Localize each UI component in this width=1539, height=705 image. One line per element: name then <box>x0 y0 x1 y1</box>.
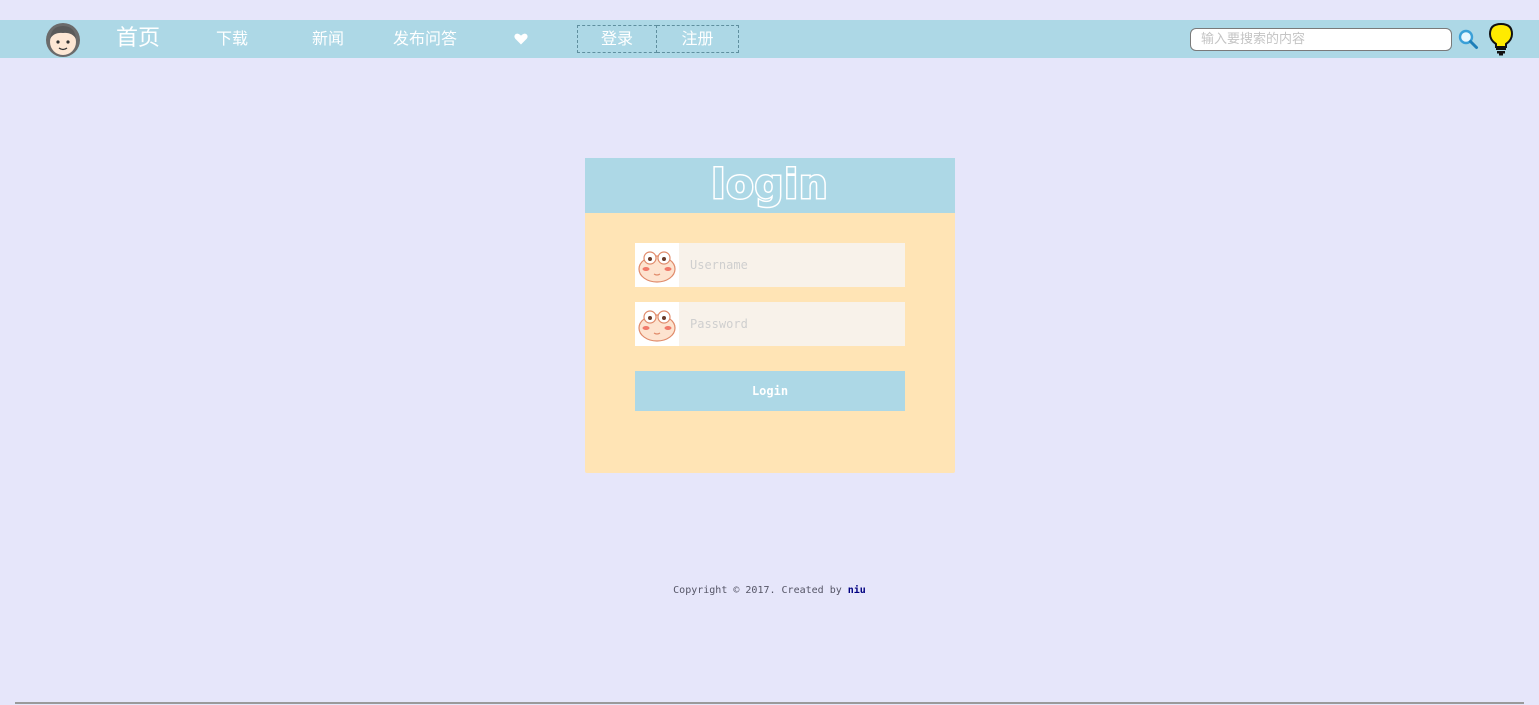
nav-login-button[interactable]: 登录 <box>577 25 657 53</box>
top-navbar: 首页 下载 新闻 发布问答 登录 注册 <box>0 20 1539 58</box>
heart-icon[interactable] <box>514 33 528 45</box>
login-title: login <box>710 161 829 210</box>
password-field <box>635 302 905 346</box>
nav-home[interactable]: 首页 <box>116 20 160 58</box>
login-header: login <box>585 158 955 213</box>
lightbulb-icon[interactable] <box>1488 22 1514 56</box>
username-input[interactable] <box>679 243 905 287</box>
search-icon[interactable] <box>1457 28 1479 50</box>
login-submit-button[interactable]: Login <box>635 371 905 411</box>
nav-download[interactable]: 下载 <box>216 20 248 58</box>
footer-copyright: Copyright © 2017. Created by <box>673 585 848 596</box>
boy-avatar-icon[interactable] <box>45 22 81 58</box>
password-input[interactable] <box>679 302 905 346</box>
search-input[interactable] <box>1190 28 1452 51</box>
login-panel: login Login <box>585 158 955 473</box>
footer-author-link[interactable]: niu <box>848 585 866 596</box>
nav-news[interactable]: 新闻 <box>312 20 344 58</box>
bottom-divider <box>15 702 1524 704</box>
username-field <box>635 243 905 287</box>
frog-face-icon <box>635 243 679 287</box>
nav-post-question[interactable]: 发布问答 <box>393 20 457 58</box>
footer: Copyright © 2017. Created by niu <box>0 585 1539 596</box>
nav-register-button[interactable]: 注册 <box>657 25 739 53</box>
frog-face-icon <box>635 302 679 346</box>
